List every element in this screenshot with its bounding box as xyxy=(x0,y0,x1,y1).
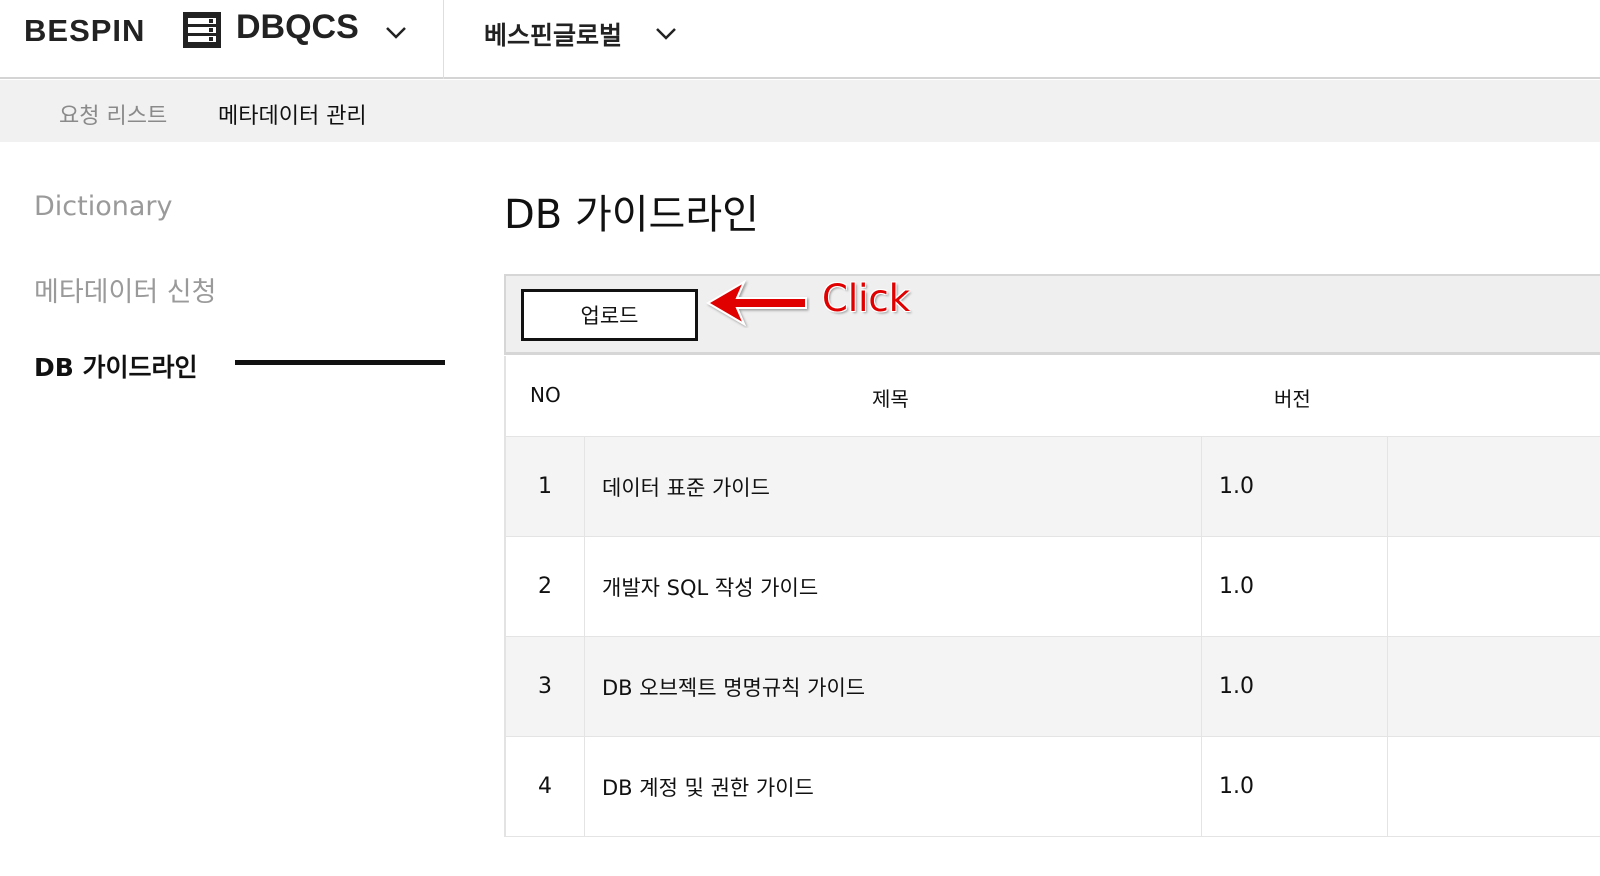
column-divider xyxy=(1201,537,1202,636)
column-divider xyxy=(1201,637,1202,736)
table-header: NO 제목 버전 xyxy=(506,356,1600,437)
column-divider xyxy=(1201,737,1202,836)
row-title-link[interactable]: DB 오브젝트 명명규칙 가이드 xyxy=(602,637,865,736)
table-row[interactable]: 2 개발자 SQL 작성 가이드 1.0 xyxy=(506,537,1600,637)
sidebar-item-db-guideline[interactable]: DB 가이드라인 xyxy=(34,348,198,384)
row-title-link[interactable]: 개발자 SQL 작성 가이드 xyxy=(602,537,818,636)
sidebar-item-metadata-request[interactable]: 메타데이터 신청 xyxy=(34,270,216,309)
click-annotation: Click xyxy=(822,277,911,320)
row-number: 4 xyxy=(506,737,585,836)
column-divider xyxy=(1387,537,1388,636)
row-title-link[interactable]: 데이터 표준 가이드 xyxy=(602,437,770,536)
top-header: BESPIN DBQCS 베스핀글로벌 xyxy=(0,0,1600,79)
column-divider xyxy=(1387,737,1388,836)
subnav-item-metadata[interactable]: 메타데이터 관리 xyxy=(218,98,367,130)
arrow-left-icon xyxy=(706,279,807,327)
upload-button[interactable]: 업로드 xyxy=(521,289,698,341)
row-number: 2 xyxy=(506,537,585,636)
sidebar-item-dictionary[interactable]: Dictionary xyxy=(34,191,172,222)
column-header-no[interactable]: NO xyxy=(530,383,561,407)
table-row[interactable]: 3 DB 오브젝트 명명규칙 가이드 1.0 xyxy=(506,637,1600,737)
subnav-item-requests[interactable]: 요청 리스트 xyxy=(59,98,167,130)
row-title-link[interactable]: DB 계정 및 권한 가이드 xyxy=(602,737,814,836)
product-selector[interactable]: DBQCS xyxy=(236,8,359,47)
table-row[interactable]: 4 DB 계정 및 권한 가이드 1.0 xyxy=(506,737,1600,837)
bespin-logo[interactable]: BESPIN xyxy=(24,13,145,49)
row-version: 1.0 xyxy=(1219,574,1254,599)
server-icon xyxy=(183,12,221,48)
active-indicator xyxy=(235,360,445,365)
column-divider xyxy=(1201,437,1202,536)
column-divider xyxy=(1387,637,1388,736)
header-divider xyxy=(443,0,444,79)
row-number: 1 xyxy=(506,437,585,536)
column-header-version[interactable]: 버전 xyxy=(1274,383,1311,412)
chevron-down-icon[interactable] xyxy=(655,27,677,41)
guideline-table: NO 제목 버전 1 데이터 표준 가이드 1.0 2 개발자 SQL 작성 가… xyxy=(504,356,1600,837)
chevron-down-icon[interactable] xyxy=(385,26,407,40)
org-selector[interactable]: 베스핀글로벌 xyxy=(484,16,622,52)
row-version: 1.0 xyxy=(1219,674,1254,699)
row-number: 3 xyxy=(506,637,585,736)
column-header-title[interactable]: 제목 xyxy=(872,383,909,412)
page-title: DB 가이드라인 xyxy=(504,192,759,238)
column-divider xyxy=(1387,437,1388,536)
row-version: 1.0 xyxy=(1219,474,1254,499)
table-row[interactable]: 1 데이터 표준 가이드 1.0 xyxy=(506,437,1600,537)
row-version: 1.0 xyxy=(1219,774,1254,799)
